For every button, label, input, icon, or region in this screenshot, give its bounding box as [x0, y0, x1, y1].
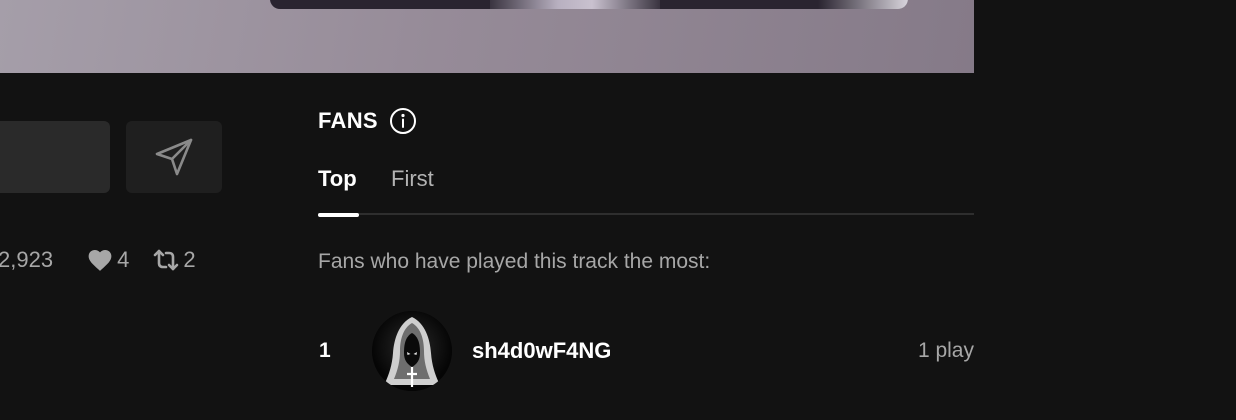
fan-list-item[interactable]: 1 sh4d0wF4NG 1 play — [318, 311, 974, 391]
like-count[interactable]: 4 — [87, 247, 129, 273]
play-count-value: 2,923 — [0, 247, 54, 272]
artwork-image — [270, 0, 908, 9]
fans-header: FANS — [318, 106, 417, 136]
fans-tabs: Top First — [318, 164, 974, 217]
tab-top[interactable]: Top — [318, 164, 359, 217]
tab-top-label: Top — [318, 166, 357, 191]
fan-play-count: 1 play — [917, 339, 974, 362]
tab-first-label: First — [391, 166, 434, 191]
avatar[interactable] — [372, 311, 452, 391]
track-page: 2,923 4 2 FANS Top First Fans who have p… — [0, 0, 1236, 420]
like-count-value: 4 — [117, 247, 130, 272]
send-comment-button[interactable] — [126, 121, 222, 193]
active-tab-indicator — [318, 213, 359, 217]
fan-username[interactable]: sh4d0wF4NG — [472, 338, 611, 364]
paper-plane-icon — [152, 135, 196, 179]
heart-icon — [87, 248, 117, 272]
tab-first[interactable]: First — [391, 164, 434, 215]
info-circle-icon[interactable] — [389, 107, 417, 135]
repost-count-value: 2 — [183, 247, 196, 272]
track-artwork-banner — [0, 0, 974, 73]
repost-count[interactable]: 2 — [153, 247, 196, 273]
fans-description: Fans who have played this track the most… — [318, 250, 711, 273]
track-stats: 2,923 4 2 — [0, 244, 196, 276]
fans-title: FANS — [318, 108, 378, 133]
comment-input[interactable] — [0, 121, 110, 193]
repost-icon — [153, 248, 183, 272]
fan-rank: 1 — [319, 339, 331, 362]
play-count: 2,923 — [0, 247, 53, 273]
